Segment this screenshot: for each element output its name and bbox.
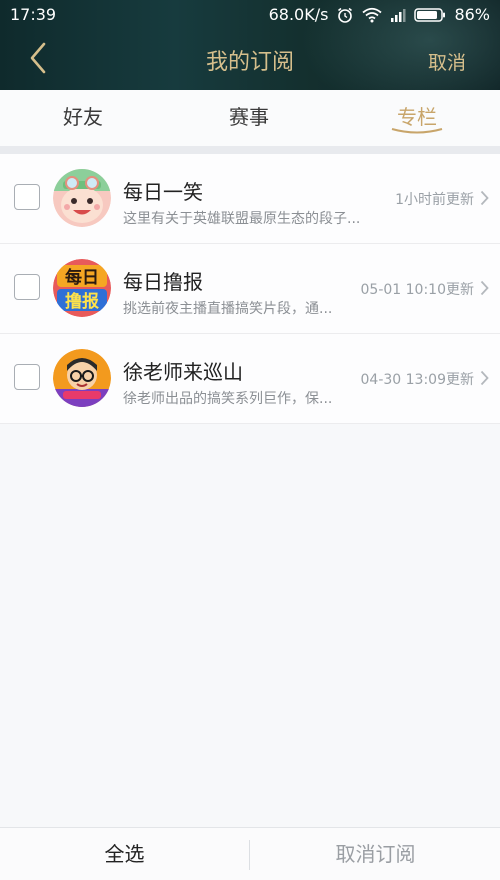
battery-percent: 86% — [454, 5, 490, 24]
app-header: 17:39 68.0K/s 86% 我的订阅 取消 — [0, 0, 500, 90]
nav-bar: 我的订阅 取消 — [0, 30, 500, 90]
wifi-icon — [362, 7, 383, 23]
item-title: 徐老师来巡山 — [123, 360, 243, 384]
item-title: 每日撸报 — [123, 270, 203, 294]
battery-icon — [414, 7, 446, 22]
select-all-button[interactable]: 全选 — [0, 828, 249, 880]
item-updated: 04-30 13:09更新 — [360, 372, 474, 388]
item-updated: 1小时前更新 — [395, 192, 474, 208]
tab-bar: 好友 赛事 专栏 — [0, 90, 500, 146]
item-description: 这里有关于英雄联盟最原生态的段子... — [123, 211, 361, 227]
item-updated: 05-01 10:10更新 — [360, 282, 474, 298]
item-title: 每日一笑 — [123, 180, 203, 204]
status-right: 68.0K/s 86% — [269, 5, 490, 24]
bottom-action-bar: 全选 取消订阅 — [0, 827, 500, 880]
list-item[interactable]: 每日 撸报 每日撸报 挑选前夜主播直播搞笑片段，通... 05-01 10:10… — [0, 244, 500, 334]
list-item[interactable]: 徐老师来巡山 徐老师出品的搞笑系列巨作，保... 04-30 13:09更新 — [0, 334, 500, 424]
network-speed: 68.0K/s — [268, 5, 329, 24]
item-description: 徐老师出品的搞笑系列巨作，保... — [123, 391, 333, 407]
signal-icon — [390, 8, 406, 22]
item-checkbox[interactable] — [14, 274, 40, 300]
tabs-divider — [0, 146, 500, 154]
subscription-list: 每日一笑 这里有关于英雄联盟最原生态的段子... 1小时前更新 每日 撸报 每日… — [0, 154, 500, 424]
tab-friends[interactable]: 好友 — [0, 90, 166, 146]
status-bar: 17:39 68.0K/s 86% — [0, 0, 500, 30]
item-checkbox[interactable] — [14, 184, 40, 210]
bottom-divider — [249, 840, 250, 870]
cancel-button[interactable]: 取消 — [428, 48, 466, 75]
active-tab-indicator — [391, 128, 443, 134]
chevron-right-icon — [480, 280, 489, 300]
avatar — [53, 169, 111, 227]
avatar-text-bottom: 撸报 — [65, 291, 99, 312]
status-time: 17:39 — [10, 5, 57, 24]
list-item[interactable]: 每日一笑 这里有关于英雄联盟最原生态的段子... 1小时前更新 — [0, 154, 500, 244]
chevron-right-icon — [480, 190, 489, 210]
chevron-right-icon — [480, 370, 489, 390]
item-checkbox[interactable] — [14, 364, 40, 390]
tab-events[interactable]: 赛事 — [166, 90, 332, 146]
avatar: 每日 撸报 — [53, 259, 111, 317]
unsubscribe-button[interactable]: 取消订阅 — [251, 828, 500, 880]
item-description: 挑选前夜主播直播搞笑片段，通... — [123, 301, 333, 317]
page-title: 我的订阅 — [205, 50, 294, 75]
tab-columns[interactable]: 专栏 — [334, 90, 500, 146]
avatar — [53, 349, 111, 407]
alarm-icon — [336, 6, 354, 24]
avatar-text-top: 每日 — [65, 267, 99, 288]
